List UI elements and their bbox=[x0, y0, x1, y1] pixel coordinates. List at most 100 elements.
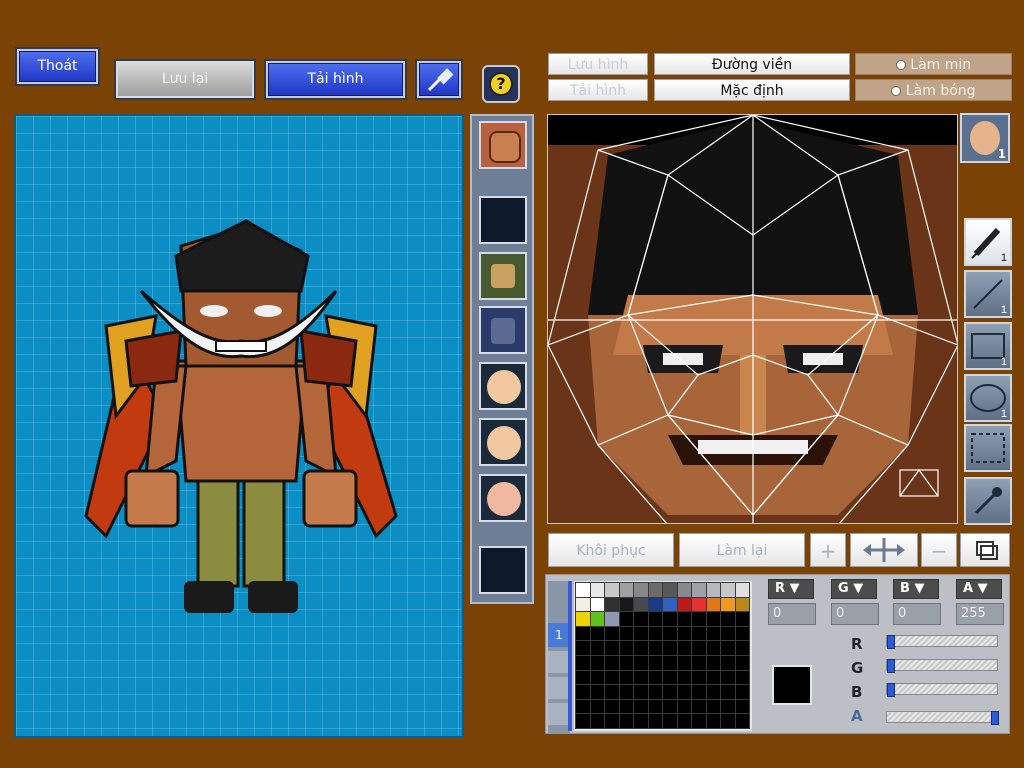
palette-swatch[interactable] bbox=[604, 655, 620, 671]
part-slot-body[interactable] bbox=[479, 306, 527, 354]
smooth-radio[interactable]: Làm mịn bbox=[855, 53, 1012, 75]
palette-swatch[interactable] bbox=[618, 640, 634, 656]
exit-button[interactable]: Thoát bbox=[15, 47, 100, 86]
palette-swatch[interactable] bbox=[705, 596, 721, 613]
palette-swatch[interactable] bbox=[575, 625, 591, 642]
default-button[interactable]: Mặc định bbox=[654, 79, 850, 101]
palette-swatch[interactable] bbox=[647, 684, 663, 700]
palette-swatch[interactable] bbox=[676, 625, 692, 642]
zoom-in-button[interactable]: + bbox=[810, 533, 846, 567]
palette-swatch[interactable] bbox=[676, 611, 692, 627]
load-button[interactable]: Tải hình bbox=[264, 59, 407, 100]
red-slider[interactable] bbox=[886, 635, 998, 649]
palette-swatch[interactable] bbox=[589, 640, 605, 656]
palette-swatch[interactable] bbox=[734, 596, 750, 613]
palette-swatch[interactable] bbox=[734, 669, 750, 686]
palette-swatch[interactable] bbox=[575, 655, 591, 671]
palette-swatch[interactable] bbox=[705, 582, 721, 598]
palette-swatch[interactable] bbox=[633, 596, 649, 613]
palette-swatch[interactable] bbox=[734, 713, 750, 729]
palette-swatch[interactable] bbox=[734, 640, 750, 656]
palette-swatch[interactable] bbox=[734, 625, 750, 642]
character-canvas[interactable] bbox=[14, 114, 464, 738]
palette-swatch[interactable] bbox=[575, 611, 591, 627]
palette-swatch[interactable] bbox=[705, 698, 721, 715]
palette-swatch[interactable] bbox=[647, 611, 663, 627]
part-slot-face-1[interactable] bbox=[479, 362, 527, 410]
palette-swatch[interactable] bbox=[734, 684, 750, 700]
palette-swatch[interactable] bbox=[618, 713, 634, 729]
green-slider[interactable] bbox=[886, 659, 998, 673]
palette-swatch[interactable] bbox=[618, 655, 634, 671]
palette-swatch[interactable] bbox=[676, 684, 692, 700]
palette-swatch[interactable] bbox=[662, 698, 678, 715]
palette-swatch[interactable] bbox=[633, 684, 649, 700]
palette-swatch[interactable] bbox=[618, 669, 634, 686]
palette-swatch[interactable] bbox=[618, 611, 634, 627]
zoom-out-button[interactable]: − bbox=[921, 533, 957, 567]
palette-swatch[interactable] bbox=[604, 713, 620, 729]
palette-swatch[interactable] bbox=[647, 698, 663, 715]
palette-swatch[interactable] bbox=[589, 625, 605, 642]
green-value-field[interactable]: 0 bbox=[831, 603, 879, 625]
palette-swatch[interactable] bbox=[633, 655, 649, 671]
part-slot-face-3[interactable] bbox=[479, 474, 527, 522]
palette-swatch[interactable] bbox=[691, 582, 707, 598]
blue-channel-dropdown[interactable]: B ▼ bbox=[893, 579, 939, 599]
palette-tab-1[interactable]: 1 bbox=[548, 623, 570, 647]
palette-swatch[interactable] bbox=[647, 625, 663, 642]
palette-scrollbar[interactable] bbox=[568, 581, 572, 731]
part-slot-empty-2[interactable] bbox=[479, 546, 527, 594]
palette-swatch[interactable] bbox=[633, 713, 649, 729]
palette-swatch[interactable] bbox=[575, 596, 591, 613]
part-slot-head[interactable] bbox=[479, 121, 527, 169]
alpha-slider-knob[interactable] bbox=[991, 711, 999, 725]
rectangle-tool[interactable]: 1 bbox=[964, 322, 1012, 370]
palette-swatch[interactable] bbox=[604, 669, 620, 686]
palette-swatch[interactable] bbox=[589, 698, 605, 715]
ellipse-tool[interactable]: 1 bbox=[964, 374, 1012, 422]
palette-swatch[interactable] bbox=[705, 713, 721, 729]
palette-swatch[interactable] bbox=[705, 611, 721, 627]
palette-swatch[interactable] bbox=[720, 713, 736, 729]
red-value-field[interactable]: 0 bbox=[768, 603, 816, 625]
palette-swatch[interactable] bbox=[604, 640, 620, 656]
palette-swatch[interactable] bbox=[647, 596, 663, 613]
palette-swatch[interactable] bbox=[734, 611, 750, 627]
palette-swatch[interactable] bbox=[633, 640, 649, 656]
palette-tab[interactable] bbox=[548, 703, 570, 725]
palette-swatch[interactable] bbox=[676, 582, 692, 598]
palette-swatch[interactable] bbox=[720, 698, 736, 715]
palette-swatch[interactable] bbox=[604, 611, 620, 627]
palette-swatch[interactable] bbox=[705, 655, 721, 671]
palette-swatch[interactable] bbox=[691, 625, 707, 642]
palette-swatch[interactable] bbox=[734, 698, 750, 715]
part-slot-face-2[interactable] bbox=[479, 418, 527, 466]
palette-swatch[interactable] bbox=[618, 582, 634, 598]
palette-swatch[interactable] bbox=[676, 713, 692, 729]
palette-swatch[interactable] bbox=[604, 625, 620, 642]
palette-swatch[interactable] bbox=[633, 582, 649, 598]
palette-swatch[interactable] bbox=[575, 640, 591, 656]
color-palette-grid[interactable] bbox=[574, 581, 752, 731]
head-preview[interactable]: 1 bbox=[960, 113, 1010, 163]
alpha-slider[interactable] bbox=[886, 711, 999, 725]
palette-swatch[interactable] bbox=[662, 713, 678, 729]
palette-swatch[interactable] bbox=[618, 625, 634, 642]
palette-swatch[interactable] bbox=[691, 640, 707, 656]
palette-swatch[interactable] bbox=[720, 582, 736, 598]
palette-swatch[interactable] bbox=[589, 582, 605, 598]
red-channel-dropdown[interactable]: R ▼ bbox=[768, 579, 814, 599]
palette-swatch[interactable] bbox=[662, 611, 678, 627]
alpha-value-field[interactable]: 255 bbox=[956, 603, 1004, 625]
pixel-editor[interactable] bbox=[547, 114, 958, 524]
palette-swatch[interactable] bbox=[705, 625, 721, 642]
palette-swatch[interactable] bbox=[676, 669, 692, 686]
pen-tool[interactable]: 1 bbox=[964, 218, 1012, 266]
palette-swatch[interactable] bbox=[734, 582, 750, 598]
blue-slider[interactable] bbox=[886, 683, 998, 697]
palette-swatch[interactable] bbox=[647, 713, 663, 729]
palette-swatch[interactable] bbox=[662, 640, 678, 656]
palette-swatch[interactable] bbox=[575, 582, 591, 598]
shade-radio[interactable]: Làm bóng bbox=[855, 79, 1012, 101]
